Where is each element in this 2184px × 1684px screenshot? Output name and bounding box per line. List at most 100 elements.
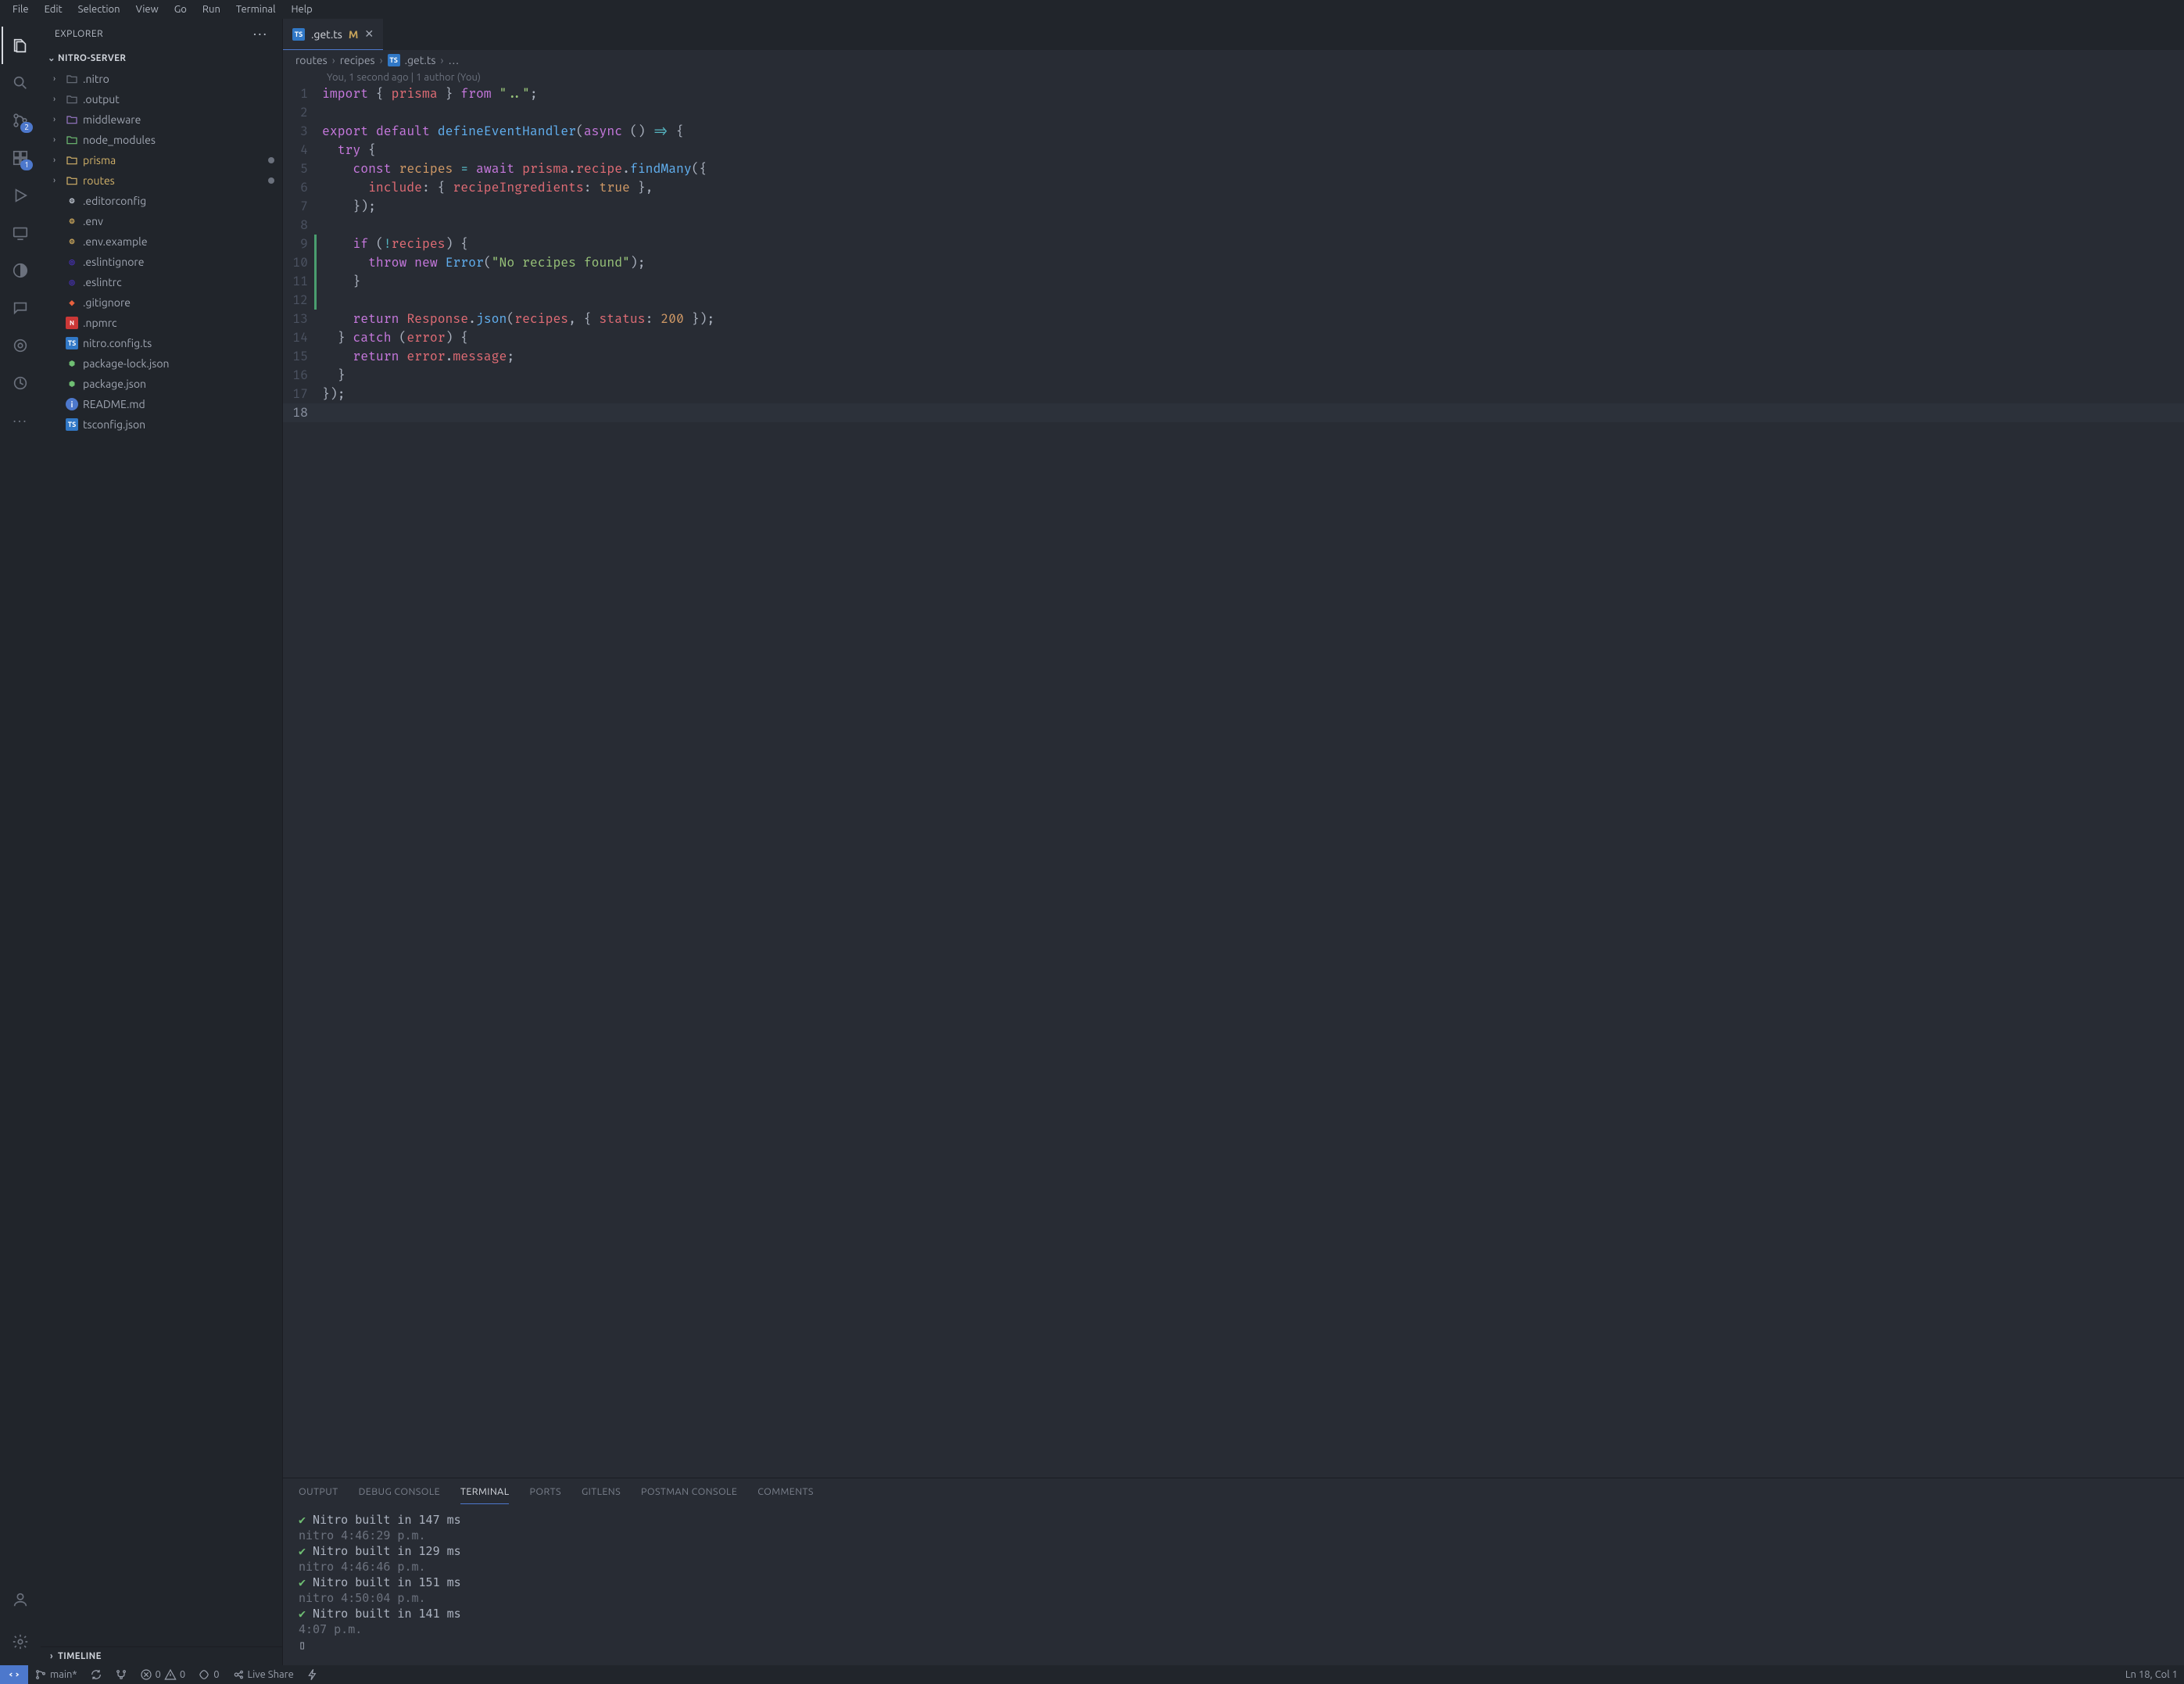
settings-gear-icon[interactable] <box>2 1623 39 1661</box>
timeline-section-header[interactable]: › TIMELINE <box>41 1646 282 1665</box>
tab-filename: .get.ts <box>311 28 342 41</box>
code-line[interactable]: 16 } <box>283 366 2184 385</box>
folder--output[interactable]: ›.output <box>41 89 282 109</box>
menu-view[interactable]: View <box>130 2 165 16</box>
problems-indicator[interactable]: 0 0 <box>134 1668 192 1681</box>
code-line[interactable]: 9 if (!recipes) { <box>283 235 2184 253</box>
menu-go[interactable]: Go <box>168 2 193 16</box>
code-line[interactable]: 4 try { <box>283 141 2184 159</box>
live-share-button[interactable]: Live Share <box>226 1668 300 1681</box>
code-line[interactable]: 15 return error.message; <box>283 347 2184 366</box>
ts-file-icon: TS <box>292 28 305 41</box>
refresh-icon[interactable] <box>2 364 39 402</box>
modified-dot-icon <box>268 177 274 184</box>
code-line[interactable]: 11 } <box>283 272 2184 291</box>
folder-section-header[interactable]: ⌄ NITRO-SERVER <box>41 48 282 67</box>
file--eslintrc[interactable]: ◎.eslintrc <box>41 272 282 292</box>
file-package-lock-json[interactable]: ⬢package-lock.json <box>41 353 282 374</box>
file--env-example[interactable]: ⚙.env.example <box>41 231 282 252</box>
menu-run[interactable]: Run <box>196 2 227 16</box>
code-line[interactable]: 2 <box>283 103 2184 122</box>
cursor-position[interactable]: Ln 18, Col 1 <box>2119 1669 2184 1680</box>
panel-tab-gitlens[interactable]: GITLENS <box>582 1486 621 1504</box>
folder-prisma[interactable]: ›prisma <box>41 150 282 170</box>
tab-get-ts[interactable]: TS .get.ts M ✕ <box>283 19 383 50</box>
bolt-icon[interactable] <box>300 1668 325 1681</box>
code-line[interactable]: 18 <box>283 403 2184 422</box>
code-line[interactable]: 1import { prisma } from ".."; <box>283 84 2184 103</box>
code-line[interactable]: 3export default defineEventHandler(async… <box>283 122 2184 141</box>
source-control-icon[interactable]: 2 <box>2 102 39 139</box>
folder-node_modules[interactable]: ›node_modules <box>41 130 282 150</box>
testing-icon[interactable] <box>2 252 39 289</box>
comments-icon[interactable] <box>2 289 39 327</box>
file--eslintignore[interactable]: ◎.eslintignore <box>41 252 282 272</box>
terminal-line: ✔ Nitro built in 141 ms <box>299 1606 2168 1621</box>
menu-help[interactable]: Help <box>285 2 318 16</box>
item-label: .npmrc <box>83 317 117 329</box>
panel-tab-comments[interactable]: COMMENTS <box>757 1486 814 1504</box>
folder-routes[interactable]: ›routes <box>41 170 282 191</box>
breadcrumb-segment[interactable]: .get.ts <box>405 54 436 66</box>
file-README-md[interactable]: iREADME.md <box>41 394 282 414</box>
code-line[interactable]: 5 const recipes = await prisma.recipe.fi… <box>283 159 2184 178</box>
terminal-output[interactable]: ✔ Nitro built in 147 msnitro 4:46:29 p.m… <box>283 1504 2184 1665</box>
code-line[interactable]: 7 }); <box>283 197 2184 216</box>
code-line[interactable]: 10 throw new Error("No recipes found"); <box>283 253 2184 272</box>
git-graph-button[interactable] <box>109 1668 134 1681</box>
editor-area: TS .get.ts M ✕ routes›recipes›TS.get.ts›… <box>283 19 2184 1665</box>
code-line[interactable]: 8 <box>283 216 2184 235</box>
code-text: } <box>322 366 2184 385</box>
git-branch[interactable]: main* <box>28 1668 84 1681</box>
menu-edit[interactable]: Edit <box>38 2 69 16</box>
item-label: .output <box>83 93 120 106</box>
code-line[interactable]: 6 include: { recipeIngredients: true }, <box>283 178 2184 197</box>
accounts-icon[interactable] <box>2 1581 39 1618</box>
code-line[interactable]: 14 } catch (error) { <box>283 328 2184 347</box>
panel-tab-terminal[interactable]: TERMINAL <box>460 1486 509 1504</box>
menu-file[interactable]: File <box>6 2 35 16</box>
tab-close-icon[interactable]: ✕ <box>364 27 374 41</box>
menu-terminal[interactable]: Terminal <box>230 2 282 16</box>
file-nitro-config-ts[interactable]: TSnitro.config.ts <box>41 333 282 353</box>
code-editor[interactable]: 1import { prisma } from "..";23export de… <box>283 84 2184 1478</box>
file-tsconfig-json[interactable]: TStsconfig.json <box>41 414 282 435</box>
panel-tab-ports[interactable]: PORTS <box>529 1486 560 1504</box>
code-text <box>322 403 2184 422</box>
search-icon[interactable] <box>2 64 39 102</box>
code-line[interactable]: 12 <box>283 291 2184 310</box>
gitlens-icon[interactable] <box>2 327 39 364</box>
line-number: 18 <box>283 403 322 422</box>
remote-indicator[interactable] <box>0 1665 28 1684</box>
more-icon[interactable]: ··· <box>2 402 39 439</box>
panel-tab-output[interactable]: OUTPUT <box>299 1486 338 1504</box>
panel-tab-postman-console[interactable]: POSTMAN CONSOLE <box>641 1486 737 1504</box>
file--npmrc[interactable]: N.npmrc <box>41 313 282 333</box>
file--editorconfig[interactable]: ⚙.editorconfig <box>41 191 282 211</box>
item-label: nitro.config.ts <box>83 337 152 349</box>
breadcrumb-segment[interactable]: … <box>448 54 459 66</box>
ports-indicator[interactable]: 0 <box>192 1668 225 1681</box>
folder--nitro[interactable]: ›.nitro <box>41 69 282 89</box>
sidebar-more-icon[interactable]: ··· <box>253 26 268 41</box>
menu-selection[interactable]: Selection <box>72 2 127 16</box>
file--env[interactable]: ⚙.env <box>41 211 282 231</box>
breadcrumbs[interactable]: routes›recipes›TS.get.ts›… <box>283 50 2184 70</box>
code-line[interactable]: 13 return Response.json(recipes, { statu… <box>283 310 2184 328</box>
run-debug-icon[interactable] <box>2 177 39 214</box>
extensions-icon[interactable]: 1 <box>2 139 39 177</box>
remote-explorer-icon[interactable] <box>2 214 39 252</box>
explorer-icon[interactable] <box>2 27 39 64</box>
item-label: .eslintignore <box>83 256 144 268</box>
sync-button[interactable] <box>84 1668 109 1681</box>
line-number: 7 <box>283 197 322 216</box>
file--gitignore[interactable]: ◆.gitignore <box>41 292 282 313</box>
ts-file-icon: TS <box>388 54 400 66</box>
panel-tab-debug-console[interactable]: DEBUG CONSOLE <box>359 1486 440 1504</box>
line-number: 16 <box>283 366 322 385</box>
file-package-json[interactable]: ⬢package.json <box>41 374 282 394</box>
breadcrumb-segment[interactable]: routes <box>295 54 328 66</box>
folder-middleware[interactable]: ›middleware <box>41 109 282 130</box>
code-line[interactable]: 17}); <box>283 385 2184 403</box>
breadcrumb-segment[interactable]: recipes <box>340 54 375 66</box>
